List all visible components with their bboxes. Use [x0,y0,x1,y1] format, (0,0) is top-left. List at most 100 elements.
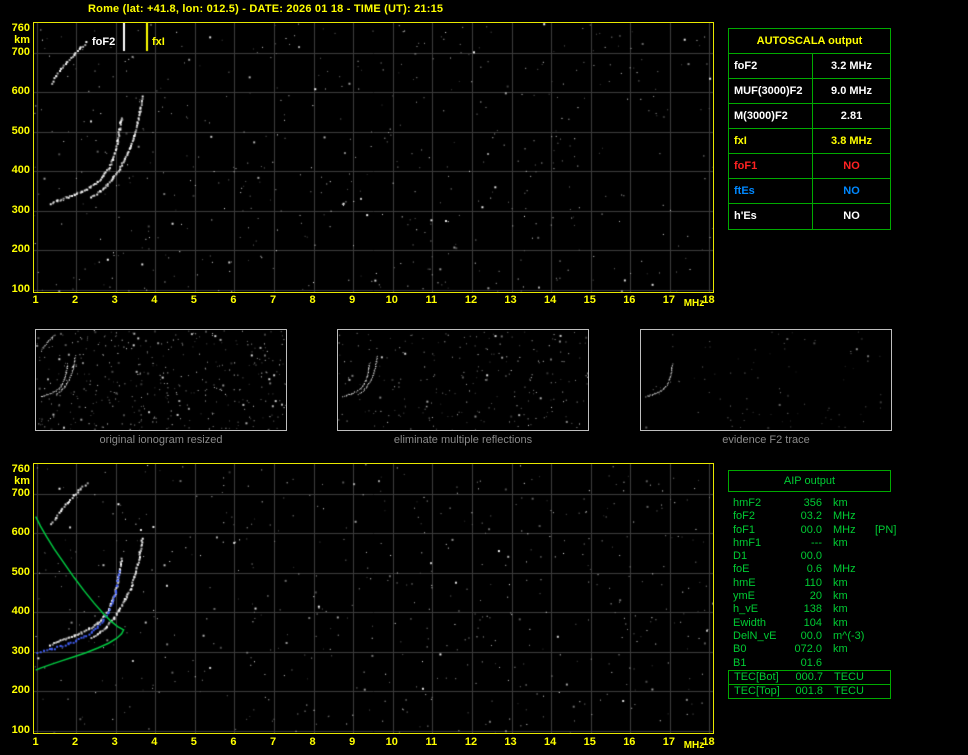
aip-param-unit: km [833,536,848,549]
ionogram-panel-top [33,22,714,293]
thumbnail-caption-original: original ionogram resized [99,434,223,446]
aip-param-label: hmE [733,576,756,589]
x-tick-label: 17 [662,294,676,306]
ionogram-canvas-top [34,23,713,292]
aip-param-label: D1 [733,550,748,563]
x-tick-label: 6 [230,736,237,748]
aip-param-label: DelN_vE [733,629,777,642]
aip-param-unit: km [833,643,848,656]
x-tick-label: 14 [544,736,557,748]
aip-param-note [865,563,938,576]
aip-param-unit: m^(-3) [833,629,865,642]
aip-param-label: hmF1 [733,536,762,549]
autoscala-row-foF1: foF1 NO [729,154,890,179]
aip-row-hmF2: hmF2 356 km [728,497,938,510]
tec-param-label: TEC[Bot] [734,671,779,683]
x-tick-label: 1 [32,294,39,306]
y-tick-label: 700 [11,45,30,58]
thumbnail-caption-no-multiples: eliminate multiple reflections [393,434,533,446]
x-tick-label: 16 [623,294,636,306]
y-axis-unit-label: km [14,34,30,46]
aip-row-hmF1: hmF1 --- km [728,537,938,550]
autoscala-param-label: foF1 [729,154,813,178]
x-tick-label: 12 [464,736,478,748]
aip-param-unit: km [833,576,848,589]
aip-row-ymE: ymE 20 km [728,590,938,603]
thumbnail-f2-trace [640,329,892,431]
y-tick-label: 500 [11,565,30,578]
x-tick-label: 7 [269,736,277,748]
aip-param-value: 01.6 [800,656,822,669]
aip-row-foF1: foF1 00.0 MHz [PN] [728,524,938,537]
aip-param-note [865,510,938,523]
autoscala-row-ftEs: ftEs NO [729,179,890,204]
tec-param-unit: TECU [834,671,864,683]
aip-param-note [865,497,938,510]
aip-param-note [865,630,938,643]
aip-param-label: Ewidth [733,616,767,629]
aip-param-note [865,643,938,656]
y-tick-label: 500 [11,124,30,137]
x-tick-label: 8 [309,294,316,306]
thumbnail-no-multiples [337,329,589,431]
aip-param-note [865,603,938,616]
autoscala-param-label: fxI [729,129,813,153]
aip-param-value: 00.0 [800,550,822,563]
x-tick-label: 6 [230,294,237,306]
aip-output-title: AIP output [728,470,891,492]
aip-param-note [865,617,938,630]
x-tick-label: 4 [151,294,158,306]
autoscala-param-label: h'Es [729,204,813,229]
x-tick-label: 9 [349,294,356,306]
y-tick-label: 200 [11,243,30,256]
y-tick-label: 400 [11,605,30,618]
autoscala-param-label: M(3000)F2 [729,104,813,128]
y-tick-label: 600 [11,526,30,539]
aip-param-unit: MHz [833,563,856,576]
x-tick-label: 11 [425,736,438,748]
x-tick-label: 13 [504,736,517,748]
aip-param-unit: MHz [833,523,856,536]
tec-row-TEC[Bot]: TEC[Bot] 000.7 TECU [728,670,891,685]
x-tick-label: 11 [425,294,438,306]
aip-row-Ewidth: Ewidth 104 km [728,617,938,630]
aip-param-value: 138 [803,603,822,616]
aip-param-unit: km [833,590,848,603]
thumbnail-f2-trace-canvas [641,330,891,430]
autoscala-param-value: 2.81 [840,110,863,122]
tec-param-label: TEC[Top] [734,685,780,697]
aip-param-unit [822,657,865,670]
thumbnail-original-ionogram [35,329,287,431]
aip-param-unit [822,550,865,563]
aip-param-value: 00.0 [800,629,822,642]
autoscala-table-title: AUTOSCALA output [729,29,890,54]
ionogram-canvas-bottom [34,464,713,733]
y-tick-label: 300 [11,203,30,216]
autoscala-param-value: NO [843,210,860,222]
aip-param-unit: MHz [833,510,856,523]
aip-param-note: [PN] [875,523,897,536]
tec-param-value: 000.7 [795,671,823,683]
aip-param-value: 104 [803,616,822,629]
tec-param-unit: TECU [834,685,864,697]
y-tick-label: 700 [11,486,30,499]
y-tick-label: 100 [11,724,30,737]
x-tick-label: 4 [151,736,158,748]
y-tick-label: 760 [11,463,30,475]
thumbnail-no-multiples-canvas [338,330,588,430]
x-tick-label: 5 [190,294,197,306]
thumbnail-caption-f2-trace: evidence F2 trace [722,434,810,446]
fof2-marker-label: foF2 [92,36,116,48]
aip-param-label: foF2 [733,510,756,523]
aip-param-note [865,657,938,670]
autoscala-row-foF2: foF2 3.2 MHz [729,54,890,79]
y-tick-label: 400 [11,164,30,177]
aip-param-value: 356 [803,497,822,509]
y-tick-label: 600 [11,85,30,98]
x-tick-label: 2 [72,736,79,748]
x-tick-label: 8 [309,736,316,748]
aip-row-h_vE: h_vE 138 km [728,603,938,616]
autoscala-row-fxI: fxI 3.8 MHz [729,129,890,154]
aip-row-hmE: hmE 110 km [728,577,938,590]
aip-param-value: 00.0 [800,523,822,536]
